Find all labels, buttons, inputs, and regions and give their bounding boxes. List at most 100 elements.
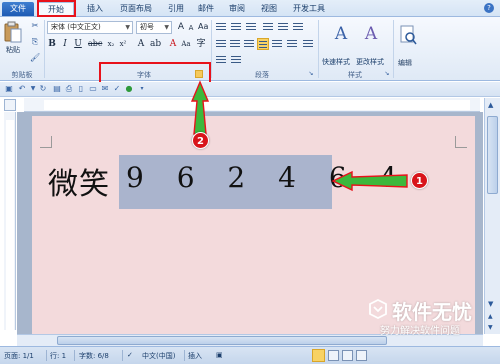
quick-styles-icon[interactable]: A bbox=[328, 21, 354, 47]
paragraph-dialog-launcher-icon[interactable]: ↘ bbox=[306, 69, 316, 79]
font-dialog-launcher-icon[interactable] bbox=[195, 70, 203, 78]
highlight-color-icon[interactable]: ab bbox=[150, 38, 161, 50]
superscript-icon[interactable]: x² bbox=[118, 38, 128, 50]
font-name-select[interactable]: 宋体 (中文正文) ▼ bbox=[47, 21, 133, 34]
spelling-icon[interactable]: ✓ bbox=[112, 84, 122, 94]
ruler-toggle-icon[interactable] bbox=[4, 99, 16, 111]
tab-view[interactable]: 视图 bbox=[254, 2, 284, 16]
italic-icon[interactable]: I bbox=[60, 38, 70, 50]
styles-dialog-launcher-icon[interactable]: ↘ bbox=[382, 69, 392, 79]
scroll-down-icon[interactable]: ▼ bbox=[488, 300, 493, 308]
customize-toolbar-icon[interactable]: ▾ bbox=[137, 84, 147, 94]
print-icon[interactable]: ⎙ bbox=[64, 84, 74, 94]
change-styles-icon[interactable]: A bbox=[358, 21, 384, 47]
print-layout-view-icon[interactable] bbox=[312, 349, 325, 362]
numbering-icon[interactable] bbox=[230, 21, 242, 33]
horizontal-ruler[interactable] bbox=[24, 98, 480, 112]
show-marks-icon[interactable] bbox=[292, 21, 304, 33]
multilevel-list-icon[interactable] bbox=[245, 21, 257, 33]
paste-icon[interactable] bbox=[4, 21, 22, 43]
full-screen-view-icon[interactable] bbox=[328, 350, 339, 361]
tab-insert[interactable]: 插入 bbox=[80, 2, 110, 16]
cut-icon[interactable]: ✂ bbox=[30, 21, 40, 31]
document-plain-text[interactable]: 微笑 bbox=[48, 159, 110, 203]
tab-developer[interactable]: 开发工具 bbox=[286, 2, 332, 16]
bullets-icon[interactable] bbox=[215, 21, 227, 33]
status-page[interactable]: 页面: 1/1 bbox=[4, 351, 34, 361]
tab-page-layout[interactable]: 页面布局 bbox=[113, 2, 159, 16]
font-color-icon[interactable]: A bbox=[168, 38, 178, 50]
chevron-down-icon[interactable]: ▼ bbox=[28, 84, 38, 94]
tab-file[interactable]: 文件 bbox=[2, 2, 34, 16]
grow-font-icon[interactable]: A bbox=[176, 22, 186, 32]
scroll-thumb[interactable] bbox=[57, 336, 387, 345]
selected-text[interactable]: 9 6 2 4 6 4 bbox=[126, 161, 409, 194]
decrease-indent-icon[interactable] bbox=[262, 21, 274, 33]
char-shading-icon[interactable]: Aa bbox=[181, 38, 191, 50]
watermark-title: 软件无忧 bbox=[392, 300, 472, 324]
strikethrough-icon[interactable]: abc bbox=[88, 38, 102, 50]
vertical-scrollbar[interactable]: ▲ ▼ ▲ ▼ bbox=[484, 98, 500, 334]
chevron-down-icon: ▼ bbox=[164, 24, 169, 31]
sort-icon[interactable] bbox=[215, 54, 227, 66]
borders-icon[interactable] bbox=[230, 54, 242, 66]
text-effects-icon[interactable]: A bbox=[136, 38, 146, 50]
home-tab-highlight bbox=[37, 0, 76, 17]
tab-references[interactable]: 引用 bbox=[162, 2, 190, 16]
change-case-icon[interactable]: Aa bbox=[198, 22, 208, 32]
scroll-up-icon[interactable]: ▲ bbox=[488, 101, 493, 109]
status-word-count[interactable]: 字数: 6/8 bbox=[79, 351, 109, 361]
open-icon[interactable]: ▭ bbox=[88, 84, 98, 94]
print-preview-icon[interactable]: ▤ bbox=[52, 84, 62, 94]
font-size-select[interactable]: 初号 ▼ bbox=[136, 21, 172, 34]
format-painter-icon[interactable]: 🖌 bbox=[30, 53, 40, 63]
align-center-icon[interactable] bbox=[229, 38, 241, 50]
crop-mark bbox=[455, 136, 467, 148]
group-separator bbox=[211, 20, 212, 78]
outline-view-icon[interactable] bbox=[356, 350, 367, 361]
ribbon-tab-bar: 文件 开始 插入 页面布局 引用 邮件 审阅 视图 开发工具 ? bbox=[0, 0, 500, 17]
bold-icon[interactable]: B bbox=[47, 38, 57, 50]
shrink-font-icon[interactable]: A bbox=[186, 23, 196, 33]
vertical-ruler[interactable] bbox=[4, 112, 16, 330]
group-separator bbox=[44, 20, 45, 78]
undo-icon[interactable]: ↶ bbox=[17, 84, 27, 94]
copy-icon[interactable]: ⎘ bbox=[30, 37, 40, 47]
line-spacing-icon[interactable] bbox=[286, 38, 298, 50]
change-styles-button[interactable]: 更改样式 bbox=[356, 57, 384, 67]
shading-icon[interactable] bbox=[302, 38, 314, 50]
scroll-thumb[interactable] bbox=[487, 116, 498, 194]
increase-indent-icon[interactable] bbox=[277, 21, 289, 33]
ruler-text-area bbox=[44, 100, 470, 110]
macro-record-icon[interactable]: ▣ bbox=[216, 351, 223, 359]
find-icon[interactable] bbox=[399, 25, 417, 45]
tab-review[interactable]: 审阅 bbox=[222, 2, 252, 16]
web-layout-view-icon[interactable] bbox=[342, 350, 353, 361]
paste-button[interactable]: 粘贴 bbox=[3, 45, 23, 55]
underline-icon[interactable]: U bbox=[73, 38, 83, 50]
status-line[interactable]: 行: 1 bbox=[50, 351, 66, 361]
enclose-char-icon[interactable]: 字 bbox=[196, 38, 206, 50]
tab-mailings[interactable]: 邮件 bbox=[192, 2, 220, 16]
new-document-icon[interactable]: ▯ bbox=[76, 84, 86, 94]
status-insert-mode[interactable]: 插入 bbox=[188, 351, 202, 361]
help-icon[interactable]: ? bbox=[484, 3, 494, 13]
editing-button[interactable]: 编辑 bbox=[398, 58, 412, 68]
justify-icon[interactable] bbox=[257, 38, 269, 50]
align-right-icon[interactable] bbox=[243, 38, 255, 50]
watermark-logo-icon bbox=[369, 299, 387, 319]
chevron-down-icon: ▼ bbox=[125, 24, 130, 31]
globe-icon[interactable]: ● bbox=[124, 84, 134, 94]
status-spelling-icon[interactable]: ✓ bbox=[127, 351, 133, 359]
save-icon[interactable]: ▣ bbox=[4, 84, 14, 94]
next-page-icon[interactable]: ▼ bbox=[488, 324, 493, 331]
distributed-icon[interactable] bbox=[271, 38, 283, 50]
previous-page-icon[interactable]: ▲ bbox=[488, 313, 493, 320]
status-separator bbox=[184, 350, 185, 361]
quick-styles-button[interactable]: 快速样式 bbox=[322, 57, 350, 67]
subscript-icon[interactable]: x₂ bbox=[106, 38, 116, 50]
redo-icon[interactable]: ↻ bbox=[38, 84, 48, 94]
email-icon[interactable]: ✉ bbox=[100, 84, 110, 94]
align-left-icon[interactable] bbox=[215, 38, 227, 50]
status-language[interactable]: 中文(中国) bbox=[142, 351, 175, 361]
